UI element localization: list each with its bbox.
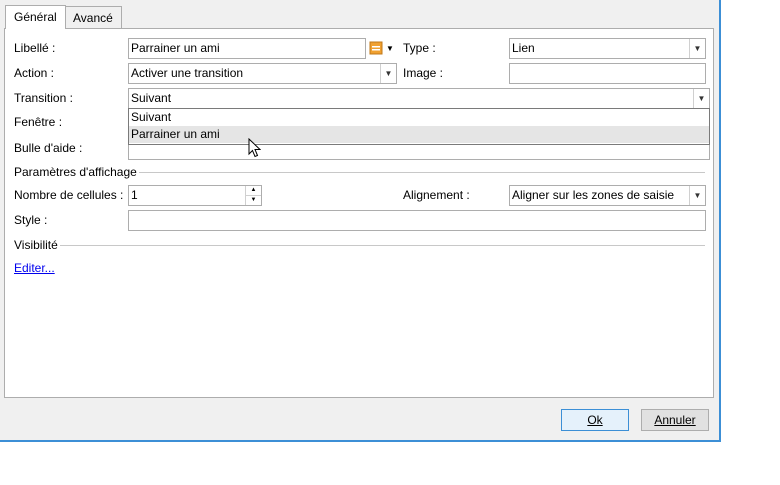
action-select[interactable]: Activer une transition ▼: [128, 63, 397, 84]
expression-editor-icon[interactable]: [369, 41, 383, 55]
tab-advanced-label: Avancé: [73, 11, 113, 25]
section-divider: [134, 172, 705, 173]
tab-general-label: Général: [14, 10, 57, 24]
type-select[interactable]: Lien ▼: [509, 38, 706, 59]
tab-advanced[interactable]: Avancé: [64, 6, 122, 28]
stepper-arrows[interactable]: ▲ ▼: [245, 186, 261, 205]
alignment-select[interactable]: Aligner sur les zones de saisie ▼: [509, 185, 706, 206]
section-divider: [60, 245, 705, 246]
style-input[interactable]: [128, 210, 706, 231]
transition-value: Suivant: [131, 91, 172, 105]
style-label: Style :: [14, 213, 48, 227]
cancel-button-label: Annuler: [654, 413, 696, 427]
cells-label: Nombre de cellules :: [14, 188, 124, 202]
dropdown-option[interactable]: Parrainer un ami: [129, 126, 709, 143]
alignment-value: Aligner sur les zones de saisie: [512, 188, 675, 202]
mouse-cursor-icon: [248, 137, 262, 161]
stepper-up-icon[interactable]: ▲: [246, 186, 261, 196]
chevron-down-icon[interactable]: ▼: [693, 89, 709, 108]
display-settings-section: Paramètres d'affichage: [14, 165, 705, 179]
libelle-value: Parrainer un ami: [131, 41, 220, 55]
cells-value: 1: [131, 188, 138, 202]
action-value: Activer une transition: [131, 66, 244, 80]
expression-menu-chevron-icon[interactable]: ▼: [386, 44, 394, 53]
chevron-down-icon[interactable]: ▼: [689, 186, 705, 205]
image-label: Image :: [403, 66, 444, 80]
cancel-button[interactable]: Annuler: [641, 409, 709, 431]
libelle-label: Libellé :: [14, 41, 56, 55]
tab-general[interactable]: Général: [5, 5, 66, 29]
visibility-section: Visibilité: [14, 238, 705, 252]
stepper-down-icon[interactable]: ▼: [246, 196, 261, 205]
section-title: Visibilité: [14, 238, 60, 252]
section-title: Paramètres d'affichage: [14, 165, 139, 179]
image-input[interactable]: [509, 63, 706, 84]
properties-dialog: Général Avancé Libellé : Parrainer un am…: [0, 0, 721, 442]
chevron-down-icon[interactable]: ▼: [689, 39, 705, 58]
type-value: Lien: [512, 41, 535, 55]
cells-stepper[interactable]: 1 ▲ ▼: [128, 185, 262, 206]
bulle-label: Bulle d'aide :: [14, 141, 83, 155]
transition-dropdown-list: Suivant Parrainer un ami: [128, 108, 710, 145]
type-label: Type :: [403, 41, 436, 55]
ok-button[interactable]: Ok: [561, 409, 629, 431]
libelle-input[interactable]: Parrainer un ami: [128, 38, 366, 59]
fenetre-label: Fenêtre :: [14, 115, 63, 129]
ok-button-label: Ok: [587, 413, 603, 427]
transition-select[interactable]: Suivant ▼: [128, 88, 710, 109]
edit-visibility-link[interactable]: Editer...: [14, 261, 55, 275]
transition-label: Transition :: [14, 91, 73, 105]
action-label: Action :: [14, 66, 55, 80]
dropdown-option[interactable]: Suivant: [129, 109, 709, 126]
chevron-down-icon[interactable]: ▼: [380, 64, 396, 83]
alignment-label: Alignement :: [403, 188, 470, 202]
